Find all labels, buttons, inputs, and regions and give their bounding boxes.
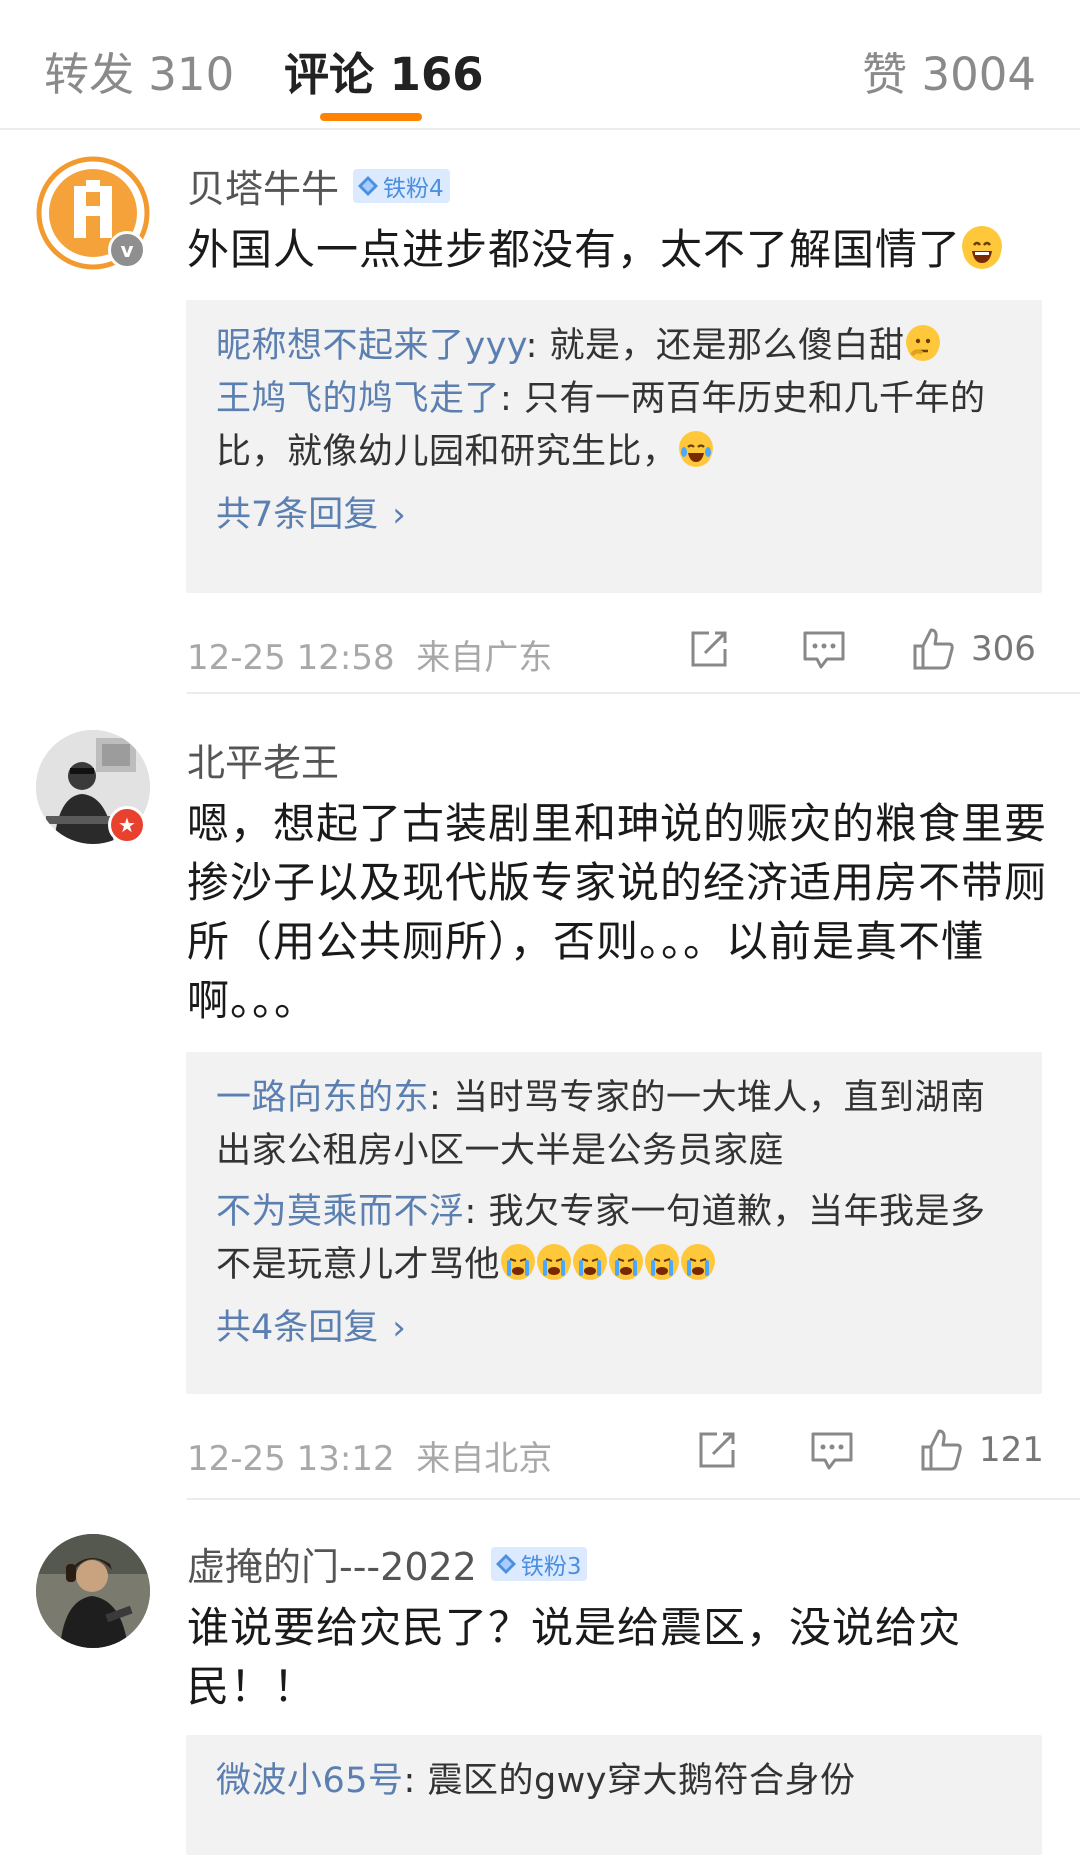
comment-body: 谁说要给灾民了？说是给震区，没说给灾民！！ xyxy=(187,1603,962,1711)
username[interactable]: 虚掩的门---2022 xyxy=(187,1536,477,1591)
crying-emoji-icon xyxy=(501,1244,536,1280)
username[interactable]: 贝塔牛牛 xyxy=(187,158,339,213)
chevron-right-icon: › xyxy=(392,1308,406,1348)
avatar[interactable] xyxy=(36,1534,150,1648)
tab-like[interactable]: 赞 3004 xyxy=(862,38,1036,103)
diamond-icon xyxy=(495,1553,516,1574)
username-row: 虚掩的门---2022 铁粉3 xyxy=(187,1536,588,1591)
reply-username[interactable]: 昵称想不起来了yyy xyxy=(216,326,526,366)
view-all-replies-label: 共4条回复 xyxy=(216,1308,379,1348)
view-all-replies-link[interactable]: 共4条回复 › xyxy=(216,1302,406,1355)
divider xyxy=(187,692,1080,694)
reply-separator: : xyxy=(429,1078,453,1118)
share-button[interactable] xyxy=(695,1425,739,1475)
like-count: 306 xyxy=(971,629,1036,669)
crying-emoji-icon xyxy=(681,1244,716,1280)
comment-tab-bar: 转发 310 评论 166 赞 3004 xyxy=(0,0,1080,130)
comment-timestamp: 12-25 13:12 来自北京 xyxy=(187,1439,553,1479)
laugh-cry-emoji-icon xyxy=(678,431,713,467)
fan-badge: 铁粉3 xyxy=(490,1546,588,1581)
comment-text: 谁说要给灾民了？说是给震区，没说给灾民！！ xyxy=(187,1598,1047,1716)
reply-text: 就是，还是那么傻白甜 xyxy=(549,326,905,366)
avatar-photo-woman-icon xyxy=(36,1534,150,1648)
username-row: 贝塔牛牛 铁粉4 xyxy=(187,158,450,213)
reply-line: 微波小65号: 震区的gwy穿大鹅符合身份 xyxy=(216,1755,1012,1808)
reply-preview-box[interactable]: 一路向东的东: 当时骂专家的一大堆人，直到湖南出家公租房小区一大半是公务员家庭 … xyxy=(186,1052,1042,1394)
diamond-icon xyxy=(358,175,379,196)
share-button[interactable] xyxy=(687,624,731,674)
crying-emoji-icon xyxy=(609,1244,644,1280)
laughing-emoji-icon xyxy=(962,226,1003,269)
reply-line: 王鸠飞的鸠飞走了: 只有一两百年历史和几千年的比，就像幼儿园和研究生比， xyxy=(216,373,1012,479)
verified-v-icon: v xyxy=(108,231,146,269)
comment-bubble-icon xyxy=(811,1432,853,1470)
crying-emoji-icon xyxy=(645,1244,680,1280)
active-tab-indicator xyxy=(320,113,422,121)
fan-badge: 铁粉4 xyxy=(353,168,450,203)
tab-repost[interactable]: 转发 310 xyxy=(44,38,234,103)
like-count: 121 xyxy=(979,1430,1044,1470)
reply-separator: : xyxy=(403,1761,428,1801)
view-all-replies-link[interactable]: 共7条回复 › xyxy=(216,489,406,542)
divider xyxy=(187,1498,1080,1500)
thinking-emoji-icon xyxy=(905,325,940,361)
comment-body: 外国人一点进步都没有，太不了解国情了 xyxy=(187,225,962,274)
thumbs-up-icon xyxy=(921,1429,962,1471)
share-icon xyxy=(691,631,727,667)
reply-username[interactable]: 微波小65号 xyxy=(216,1761,404,1801)
share-icon xyxy=(699,1432,735,1468)
tab-comment[interactable]: 评论 166 xyxy=(284,38,484,103)
chevron-right-icon: › xyxy=(392,495,406,535)
reply-button[interactable] xyxy=(801,624,847,674)
crying-emoji-icon xyxy=(573,1244,608,1280)
crying-emoji-group xyxy=(500,1244,716,1285)
thumbs-up-icon xyxy=(913,628,954,670)
reply-text: 震区的gwy穿大鹅符合身份 xyxy=(427,1761,856,1801)
reply-button[interactable] xyxy=(809,1425,855,1475)
reply-username[interactable]: 王鸠飞的鸠飞走了 xyxy=(216,379,500,419)
like-button[interactable]: 306 xyxy=(911,624,1036,674)
comment-text: 嗯，想起了古装剧里和珅说的赈灾的粮食里要掺沙子以及现代版专家说的经济适用房不带厕… xyxy=(187,794,1047,1030)
reply-line: 昵称想不起来了yyy: 就是，还是那么傻白甜 xyxy=(216,320,1012,373)
like-button[interactable]: 121 xyxy=(919,1425,1044,1475)
reply-line: 一路向东的东: 当时骂专家的一大堆人，直到湖南出家公租房小区一大半是公务员家庭 xyxy=(216,1072,1012,1178)
view-all-replies-label: 共7条回复 xyxy=(216,495,379,535)
reply-username[interactable]: 不为莫乘而不浮 xyxy=(216,1192,465,1232)
star-verified-icon: ★ xyxy=(108,806,146,844)
reply-separator: : xyxy=(525,326,550,366)
comment-timestamp: 12-25 12:58 来自广东 xyxy=(187,638,553,678)
crying-emoji-icon xyxy=(537,1244,572,1280)
reply-preview-box[interactable]: 微波小65号: 震区的gwy穿大鹅符合身份 xyxy=(186,1735,1042,1855)
comment-meta-row: 12-25 12:58 来自广东 306 xyxy=(187,624,1042,678)
comment-body: 嗯，想起了古装剧里和珅说的赈灾的粮食里要掺沙子以及现代版专家说的经济适用房不带厕… xyxy=(187,799,1048,1025)
comment-text: 外国人一点进步都没有，太不了解国情了 xyxy=(187,220,1047,279)
reply-separator: : xyxy=(464,1192,489,1232)
comment-bubble-icon xyxy=(803,631,845,669)
comment-meta-row: 12-25 13:12 来自北京 121 xyxy=(187,1425,1044,1479)
reply-username[interactable]: 一路向东的东 xyxy=(216,1078,429,1118)
username-row: 北平老王 xyxy=(187,732,339,787)
reply-line: 不为莫乘而不浮: 我欠专家一句道歉，当年我是多不是玩意儿才骂他 xyxy=(216,1186,1012,1292)
username[interactable]: 北平老王 xyxy=(187,732,339,787)
fan-badge-label: 铁粉4 xyxy=(383,175,444,202)
reply-preview-box[interactable]: 昵称想不起来了yyy: 就是，还是那么傻白甜 王鸠飞的鸠飞走了: 只有一两百年历… xyxy=(186,300,1042,593)
fan-badge-label: 铁粉3 xyxy=(520,1553,582,1580)
reply-separator: : xyxy=(500,379,524,419)
